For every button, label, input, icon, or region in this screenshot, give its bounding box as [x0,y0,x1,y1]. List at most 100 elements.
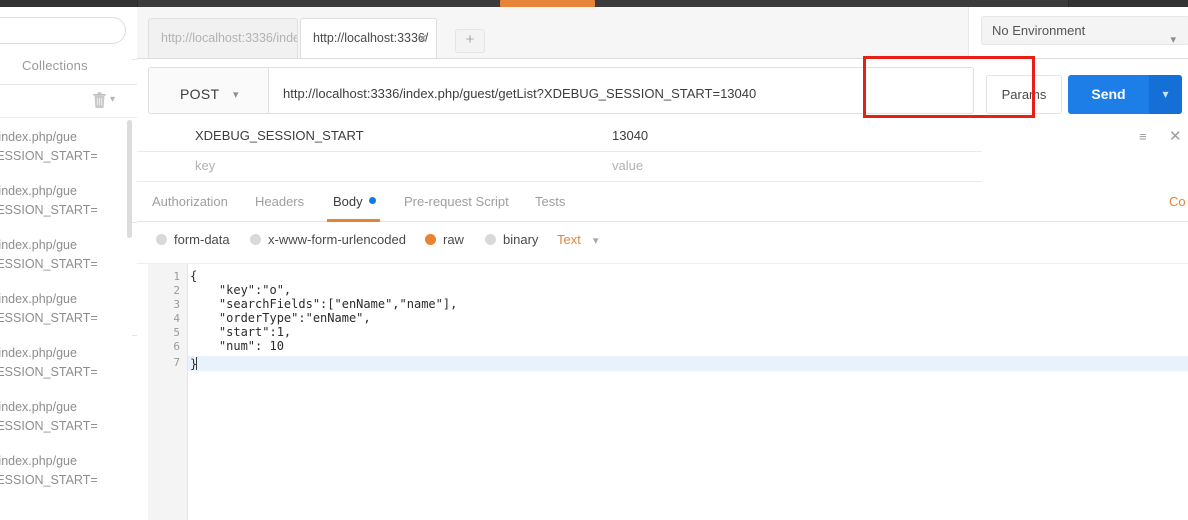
list-item[interactable]: 6/index.php/gue SESSION_START= [0,226,137,280]
line-number: 7 [173,356,180,369]
list-icon[interactable]: ≡ [1139,130,1147,143]
label-raw[interactable]: raw [443,232,464,247]
tab-headers[interactable]: Headers [255,194,304,209]
line-number: 1 [173,270,180,283]
tab-pre-request-script[interactable]: Pre-request Script [404,194,509,209]
code-line: { [190,269,198,283]
request-tab-label: http://localhost:3336/index. [161,31,298,45]
request-tab-2[interactable]: http://localhost:3336/ ✕ [300,18,437,58]
history-item-line2: SESSION_START= [0,365,98,379]
list-item[interactable]: 6/index.php/gue SESSION_START= [0,118,137,172]
code-link[interactable]: Co [1169,194,1188,209]
chevron-down-icon[interactable]: ▾ [110,95,115,105]
body-format-select[interactable]: Text [557,232,581,247]
sidebar-tabs: Collections [0,52,137,85]
main-panel: http://localhost:3336/index. http://loca… [137,7,1188,520]
chevron-down-icon[interactable]: ▾ [1149,75,1182,114]
chevron-down-icon: ▾ [233,89,239,101]
params-button[interactable]: Params [986,75,1062,114]
new-tab-button[interactable]: + [455,29,485,53]
url-text: http://localhost:3336/index.php/guest/ge… [283,86,757,101]
line-number: 3 [173,298,180,311]
method-select[interactable]: POST ▾ [148,67,269,114]
history-item-line1: 6/index.php/gue [0,400,77,414]
request-tab-1[interactable]: http://localhost:3336/index. [148,18,298,58]
radio-x-www-form-urlencoded[interactable] [250,234,261,245]
radio-binary[interactable] [485,234,496,245]
table-row: XDEBUG_SESSION_START 13040 [137,122,1188,154]
line-number: 4 [173,312,180,325]
send-button-label: Send [1091,86,1126,102]
request-section-tabs: Authorization Headers Body Pre-request S… [137,189,1188,222]
history-list[interactable]: 6/index.php/gue SESSION_START= 6/index.p… [0,118,137,519]
history-item-line1: 6/index.php/gue [0,184,77,198]
tab-tests[interactable]: Tests [535,194,565,209]
environment-select[interactable]: No Environment ▾ [981,16,1188,46]
sidebar-tab-collections[interactable]: Collections [22,58,88,73]
label-form-data[interactable]: form-data [174,232,230,247]
param-value-input-empty[interactable]: value [580,152,982,182]
editor-active-line-highlight [188,356,1188,371]
request-tab-strip: http://localhost:3336/index. http://loca… [137,7,968,59]
history-item-line2: SESSION_START= [0,149,98,163]
history-item-line1: 6/index.php/gue [0,346,77,360]
title-bar-right-segment [1068,0,1188,7]
tab-active-underline [327,219,380,222]
sidebar-scrollbar[interactable] [127,120,132,238]
loading-progress-bar [500,0,595,7]
history-item-line2: SESSION_START= [0,473,98,487]
tab-authorization[interactable]: Authorization [152,194,228,209]
history-item-line1: 6/index.php/gue [0,292,77,306]
sidebar-action-row: ▾ [0,85,137,118]
title-bar-left-segment [0,0,138,7]
param-key-input[interactable]: XDEBUG_SESSION_START [137,122,580,152]
editor-gutter: 1 2 3 4 5 6 7 [148,264,188,520]
sidebar-search-wrapper [0,17,126,44]
history-item-line2: SESSION_START= [0,311,98,325]
list-item[interactable]: 6/index.php/gue SESSION_START= [0,280,137,334]
label-x-www-form-urlencoded[interactable]: x-www-form-urlencoded [268,232,406,247]
line-number: 2 [173,284,180,297]
list-item[interactable]: 6/index.php/gue SESSION_START= [0,334,137,388]
line-number: 5 [173,326,180,339]
request-tab-label: http://localhost:3336/ [313,31,429,45]
list-item[interactable]: 6/index.php/gue SESSION_START= [0,172,137,226]
code-line: "start":1, [190,325,292,339]
environment-selected-label: No Environment [992,23,1086,38]
method-label: POST [180,86,220,102]
history-item-line1: 6/index.php/gue [0,238,77,252]
list-item[interactable]: 6/index.php/gue SESSION_START= [0,388,137,442]
history-item-line2: SESSION_START= [0,257,98,271]
trash-icon[interactable] [93,92,106,108]
list-item[interactable]: 6/index.php/gue SESSION_START= [0,442,137,496]
send-button[interactable]: Send ▾ [1068,75,1182,114]
url-input[interactable]: http://localhost:3336/index.php/guest/ge… [269,67,974,114]
history-item-line1: 6/index.php/gue [0,130,77,144]
chevron-down-icon: ▾ [1170,34,1176,46]
radio-form-data[interactable] [156,234,167,245]
history-item-line2: SESSION_START= [0,203,98,217]
close-icon[interactable]: ✕ [1169,127,1182,145]
radio-raw[interactable] [425,234,436,245]
params-table: XDEBUG_SESSION_START 13040 key value ≡ ✕ [137,122,1188,186]
environment-selector-wrapper: No Environment ▾ [968,7,1188,59]
param-key-input-empty[interactable]: key [137,152,580,182]
chevron-down-icon[interactable]: ▾ [593,234,599,247]
unsaved-dot-icon [368,197,376,204]
history-item-line2: SESSION_START= [0,419,98,433]
tab-body-label: Body [333,194,363,209]
close-icon[interactable]: ✕ [417,31,428,47]
table-row: key value [137,152,1188,184]
history-item-line1: 6/index.php/gue [0,454,77,468]
window-title-bar [0,0,1188,7]
code-line: "num": 10 [190,339,284,353]
body-code-editor[interactable]: 1 2 3 4 5 6 7 { "key":"o", "searchFields… [137,263,1188,520]
search-input[interactable] [0,17,126,44]
text-cursor [196,357,197,370]
line-number: 6 [173,340,180,353]
code-line: "searchFields":["enName","name"], [190,297,458,311]
label-binary[interactable]: binary [503,232,538,247]
url-bar: POST ▾ http://localhost:3336/index.php/g… [148,67,974,114]
param-value-input[interactable]: 13040 [580,122,982,152]
tab-body[interactable]: Body [333,194,376,209]
